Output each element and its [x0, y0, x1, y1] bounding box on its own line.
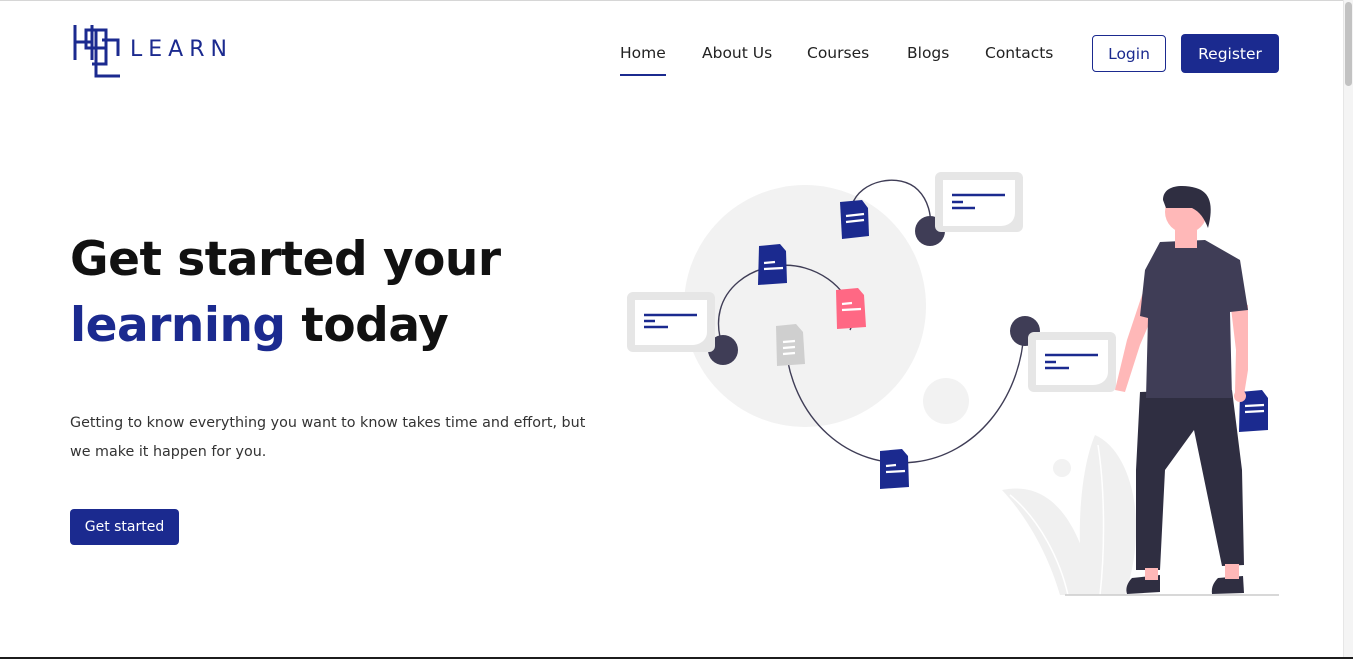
- message-bubble-icon: [1028, 332, 1116, 392]
- document-icon: [840, 200, 869, 239]
- message-bubble-icon: [935, 172, 1023, 232]
- nav-item-blogs[interactable]: Blogs: [907, 44, 949, 62]
- document-icon: [776, 324, 805, 366]
- bg-circle: [684, 185, 926, 427]
- hero-description: Getting to know everything you want to k…: [70, 415, 586, 460]
- document-icon: [880, 449, 909, 489]
- register-button[interactable]: Register: [1181, 34, 1279, 73]
- top-border: [0, 0, 1353, 1]
- nav-item-contacts[interactable]: Contacts: [985, 44, 1053, 62]
- document-icon: [836, 288, 866, 329]
- get-started-button[interactable]: Get started: [70, 509, 179, 545]
- hero-title-line2: learning today: [70, 298, 449, 353]
- scrollbar-thumb[interactable]: [1345, 2, 1352, 86]
- hero-title-accent: learning: [70, 298, 286, 353]
- bg-dot: [1053, 459, 1071, 477]
- nav-item-courses[interactable]: Courses: [807, 44, 869, 62]
- login-button[interactable]: Login: [1092, 35, 1166, 72]
- nav-item-home[interactable]: Home: [620, 44, 666, 76]
- document-icon: [758, 244, 787, 285]
- nav-item-about-us[interactable]: About Us: [702, 44, 772, 62]
- logo-mark-icon: [73, 25, 120, 78]
- logo[interactable]: LEARN: [72, 20, 242, 80]
- hero-title-line1: Get started your: [70, 232, 501, 287]
- bg-circle-small: [923, 378, 969, 424]
- hero-title-rest: today: [285, 298, 449, 353]
- message-bubble-icon: [627, 292, 715, 352]
- person-icon: [1115, 185, 1268, 594]
- plant-icon: [1002, 435, 1137, 595]
- hero-illustration: [627, 172, 1279, 596]
- page-scrollbar[interactable]: [1343, 0, 1353, 657]
- logo-text: LEARN: [130, 36, 233, 62]
